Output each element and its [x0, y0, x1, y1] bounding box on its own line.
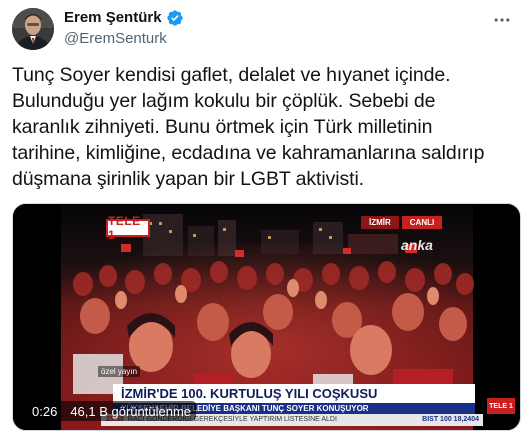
live-label: CANLI: [401, 216, 443, 229]
location-label: İZMİR: [361, 216, 399, 229]
verified-badge-icon: [166, 9, 184, 27]
video-time: 0:26: [32, 403, 58, 419]
location-badge: İZMİR CANLI: [361, 216, 443, 229]
channel-logo: TELE 1: [106, 214, 150, 242]
video-views: 46,1 B görüntülenme: [70, 403, 192, 419]
tweet-text: Tunç Soyer kendisi gaflet, delalet ve hı…: [12, 64, 485, 190]
author-handle[interactable]: @EremSenturk: [64, 29, 167, 49]
video-player[interactable]: TELE 1 İZMİR CANLI anka özel yayın İZMİR…: [12, 203, 521, 431]
ticker-index: BIST 100 18,2404: [422, 416, 479, 423]
author-name-row: Erem Şentürk: [64, 8, 184, 28]
person-icon: [12, 8, 54, 50]
special-broadcast-label: özel yayın: [98, 366, 141, 377]
avatar[interactable]: [12, 8, 54, 50]
agency-watermark: anka: [401, 237, 433, 253]
more-horizontal-icon[interactable]: [490, 8, 514, 32]
corner-channel-logo: TELE 1: [487, 398, 515, 414]
author-display-name[interactable]: Erem Şentürk: [64, 8, 162, 28]
video-stats-overlay: 0:26 46,1 B görüntülenme: [27, 401, 197, 421]
